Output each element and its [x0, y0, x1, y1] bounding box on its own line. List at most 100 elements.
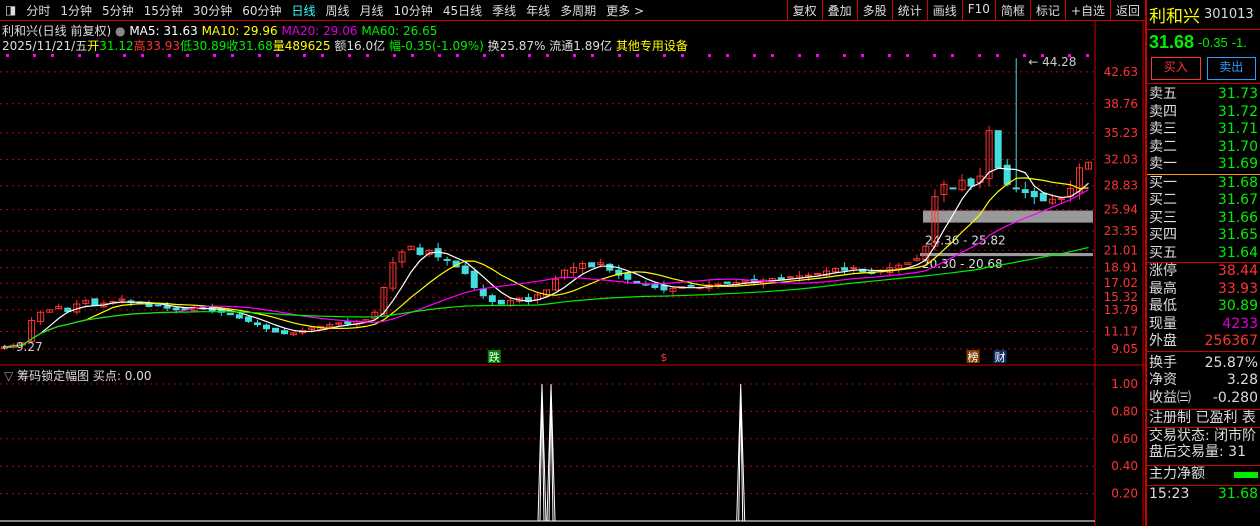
indicator-spike: [736, 383, 746, 522]
row-value: 30.89: [1217, 298, 1258, 314]
signal-dot: [618, 54, 621, 57]
signal-dot: [771, 54, 774, 57]
quote-row: 买二 31.67: [1147, 192, 1260, 210]
candle-body: [262, 324, 270, 330]
candle-body: [1039, 192, 1047, 202]
candle-body: [1012, 187, 1020, 190]
signal-dot: [186, 54, 189, 57]
candle-body: [949, 187, 957, 190]
row-value: 31.73: [1217, 86, 1258, 102]
signal-dot: [276, 54, 279, 57]
stats-list: 涨停 38.44 最高 33.93 最低 30.89 现量 4233 外盘 256367: [1147, 262, 1260, 351]
candle-body: [588, 262, 596, 268]
row-value: 31.68: [1217, 174, 1258, 191]
signal-dot: [843, 54, 846, 57]
quote-row: 卖三 31.71: [1147, 121, 1260, 139]
signal-dot: [258, 54, 261, 57]
candle-body: [714, 283, 722, 286]
quote-row: 买一 31.68: [1147, 175, 1260, 193]
y-tick-label: 38.76: [1104, 97, 1138, 111]
row-value: 31.70: [1217, 138, 1258, 155]
max-price-label: ← 44.28: [1028, 55, 1076, 69]
quote-row: 收益㈢ -0.280: [1147, 390, 1260, 408]
y-tick-label: 25.94: [1104, 203, 1138, 217]
indicator-value: 买点: 0.00: [92, 369, 152, 383]
row-value: 38.44: [1217, 263, 1258, 279]
tick-price: 31.68: [1217, 486, 1258, 502]
candle-body: [651, 283, 659, 288]
sell-button[interactable]: 卖出: [1206, 57, 1256, 80]
price-change: -0.35: [1198, 34, 1228, 50]
y-tick-label: 21.01: [1104, 243, 1138, 257]
signal-dot: [753, 54, 756, 57]
signal-dot: [996, 54, 999, 57]
quote-row: 现量 4233: [1147, 316, 1260, 334]
row-value: 31.65: [1217, 227, 1258, 243]
event-marker-label: 榜: [968, 350, 979, 364]
row-label: 收益㈢: [1149, 389, 1191, 406]
signal-dot: [348, 54, 351, 57]
candle-body: [786, 276, 794, 279]
signal-dot: [861, 54, 864, 57]
indicator-title[interactable]: 筹码锁定幅图: [17, 369, 89, 383]
signal-dot: [546, 54, 549, 57]
candle-body: [253, 322, 261, 326]
row-label: 买一: [1149, 174, 1177, 191]
flow-label: 主力净额: [1149, 465, 1205, 482]
y-tick-label: 11.17: [1104, 324, 1138, 338]
row-label: 卖四: [1149, 103, 1177, 120]
quote-row: 最低 30.89: [1147, 298, 1260, 316]
quote-row: 外盘 256367: [1147, 333, 1260, 351]
main-flow: 主力净额: [1147, 464, 1260, 483]
last-price: 31.68: [1149, 31, 1195, 52]
candle-body: [1003, 164, 1011, 185]
signal-dot: [708, 54, 711, 57]
y-tick-label: 9.05: [1111, 342, 1138, 356]
row-value: 4233: [1222, 315, 1258, 332]
signal-dot: [978, 54, 981, 57]
row-value: 31.69: [1217, 156, 1258, 172]
row-value: 33.93: [1217, 280, 1258, 297]
quote-row: 换手 25.87%: [1147, 355, 1260, 373]
flow-bar: [1234, 471, 1258, 478]
candle-body: [994, 130, 1002, 169]
quote-row: 买五 31.64: [1147, 245, 1260, 263]
candle-body: [416, 247, 424, 255]
signal-dot: [591, 54, 594, 57]
indicator-tick: 0.20: [1111, 487, 1138, 501]
signal-dot: [483, 54, 486, 57]
indicator-header: ▽ 筹码锁定幅图 买点: 0.00: [4, 367, 151, 384]
signal-dot: [456, 54, 459, 57]
candle-body: [723, 281, 731, 284]
candle-body: [1057, 197, 1065, 200]
kline-chart[interactable]: 42.63 38.76 35.23 32.03 28.83 25.94 23.35 21.01…: [0, 0, 1145, 526]
indicator-menu-icon[interactable]: ▽: [4, 369, 13, 383]
signal-dot: [141, 54, 144, 57]
signal-dot: [123, 54, 126, 57]
bid-list: 买一 31.68 买二 31.67 买三 31.66 买四 31.65 买五 31.64: [1147, 173, 1260, 263]
price-zone: [920, 252, 1093, 257]
row-label: 买四: [1149, 227, 1177, 243]
row-value: 31.67: [1217, 192, 1258, 208]
candle-body: [470, 270, 478, 288]
buy-button[interactable]: 买入: [1151, 57, 1201, 80]
row-label: 卖五: [1149, 86, 1177, 102]
candle-body: [461, 265, 469, 274]
candle-body: [281, 330, 289, 335]
event-marker-label: $: [660, 351, 667, 364]
after-hours: 盘后交易量: 31: [1149, 444, 1246, 460]
y-tick-label: 35.23: [1104, 126, 1138, 140]
candle-body: [488, 295, 496, 303]
candle-body: [660, 284, 668, 291]
candle-body: [344, 320, 352, 325]
event-marker-label: 财: [995, 350, 1006, 364]
row-value: 31.64: [1217, 244, 1258, 261]
signal-dot: [681, 54, 684, 57]
signal-dot: [888, 54, 891, 57]
price-zone: [923, 210, 1093, 223]
candle-body: [777, 277, 785, 280]
candle-body: [244, 316, 252, 322]
y-tick-label: 32.03: [1104, 152, 1138, 166]
row-label: 净资: [1149, 372, 1177, 388]
candle-body: [443, 258, 451, 261]
